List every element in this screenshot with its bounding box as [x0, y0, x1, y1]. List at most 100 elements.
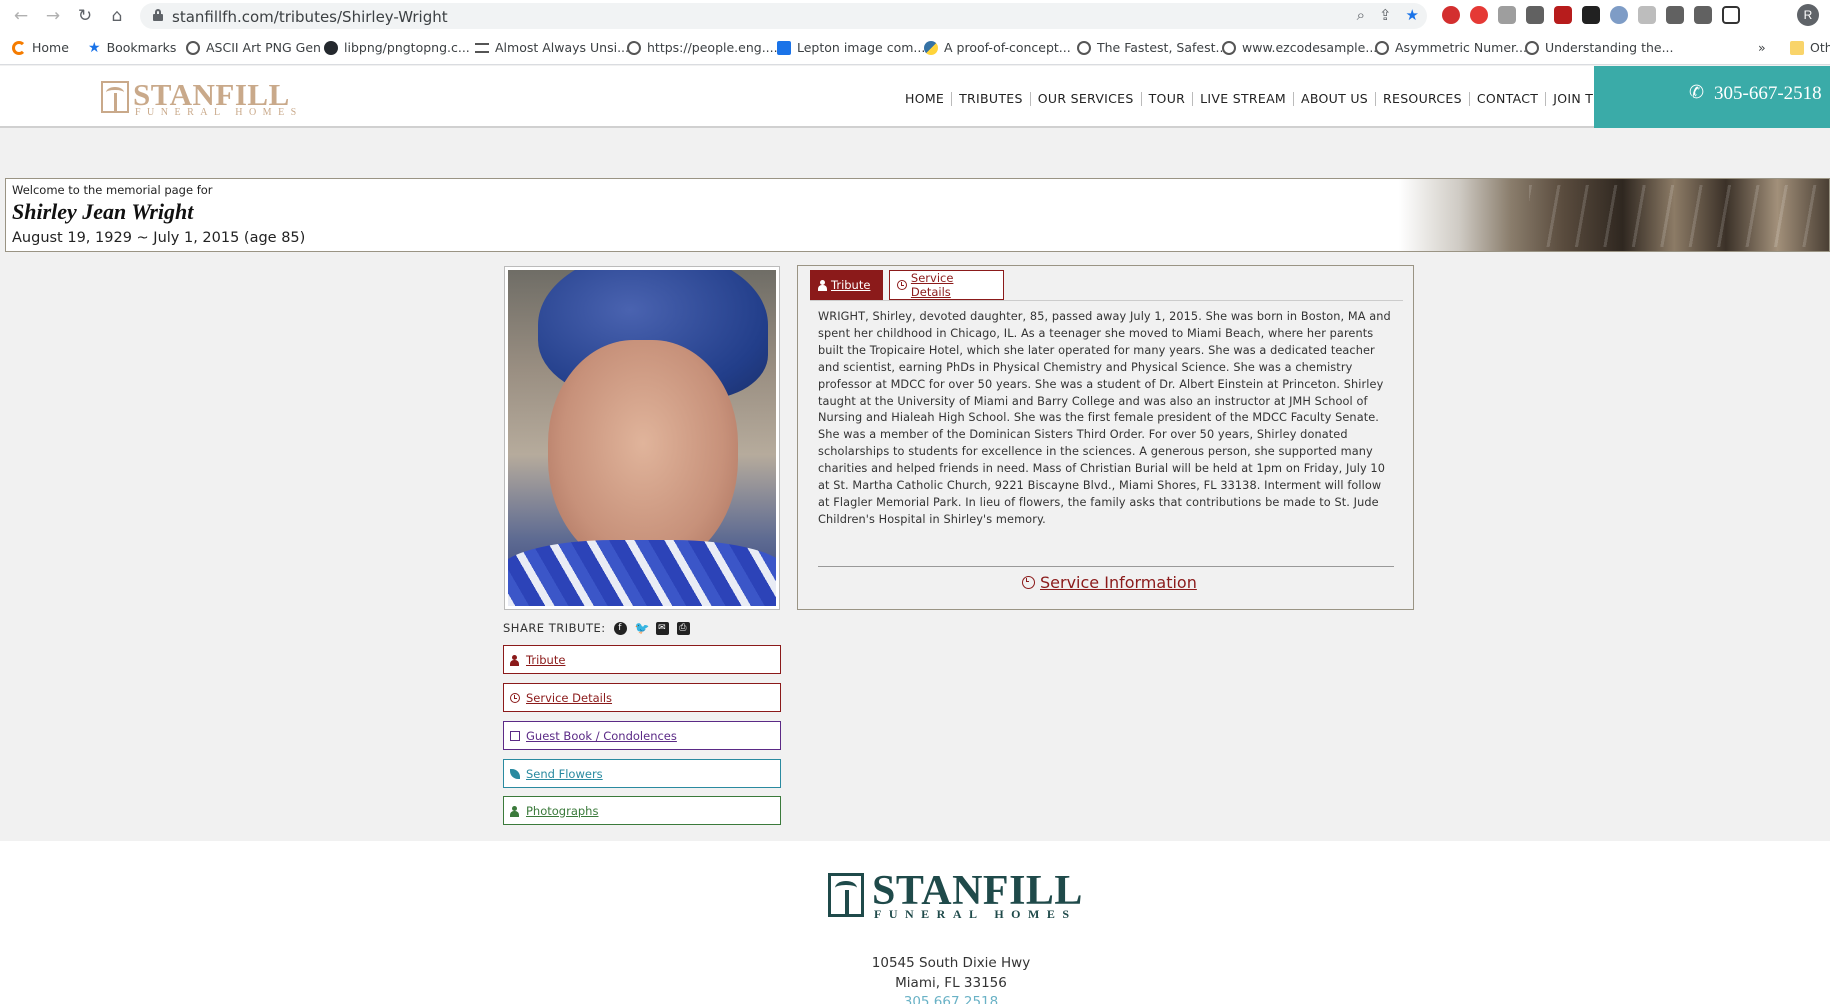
share-label: SHARE TRIBUTE:: [503, 621, 606, 635]
palm-tree-icon: [101, 81, 129, 113]
adblock-extension-icon[interactable]: [1442, 6, 1460, 24]
url-text[interactable]: stanfillfh.com/tributes/Shirley-Wright: [172, 8, 448, 26]
clock-icon: [510, 692, 520, 703]
nav-live-stream[interactable]: LIVE STREAM: [1192, 92, 1293, 106]
bookmark-item[interactable]: ★ Bookmarks: [88, 40, 176, 55]
palm-tree-icon: [828, 873, 864, 917]
nav-contact[interactable]: CONTACT: [1468, 92, 1545, 106]
person-icon: [510, 654, 520, 666]
tab-divider: [810, 300, 1403, 301]
footer-phone-link[interactable]: 305.667.2518: [0, 994, 1830, 1004]
portrait-frame: [504, 266, 780, 610]
site-footer: STANFILL FUNERAL HOMES 10545 South Dixie…: [0, 841, 1830, 1004]
nav-tour[interactable]: TOUR: [1140, 92, 1193, 106]
python-icon: [924, 40, 938, 55]
extension-icon[interactable]: [1638, 6, 1656, 24]
person-icon: [818, 279, 827, 291]
profile-avatar[interactable]: R: [1797, 4, 1819, 26]
bookmark-item[interactable]: Home: [12, 40, 69, 55]
home-icon[interactable]: ⌂: [106, 5, 128, 27]
life-dates: August 19, 1929 ~ July 1, 2015 (age 85): [12, 230, 306, 246]
footer-address-line2: Miami, FL 33156: [895, 975, 1007, 991]
bookmark-item[interactable]: ASCII Art PNG Gen: [186, 40, 321, 55]
memorial-banner: Welcome to the memorial page for Shirley…: [5, 178, 1830, 252]
globe-icon: [1077, 40, 1091, 55]
reading-list-icon[interactable]: [1694, 6, 1712, 24]
site-header: STANFILL FUNERAL HOMES HOME TRIBUTES OUR…: [0, 66, 1830, 128]
back-arrow-icon[interactable]: ←: [10, 5, 32, 27]
nav-about-us[interactable]: ABOUT US: [1293, 92, 1375, 106]
side-link-photographs[interactable]: Photographs: [503, 796, 781, 825]
star-icon: ★: [88, 39, 101, 56]
bookmark-item[interactable]: Asymmetric Numer...: [1375, 40, 1527, 55]
lepton-icon: [777, 40, 791, 55]
bookmark-item[interactable]: Understanding the...: [1525, 40, 1674, 55]
lock-icon: [153, 9, 163, 21]
zoom-icon[interactable]: ⌕: [1357, 6, 1365, 24]
globe-icon: [627, 40, 641, 55]
person-icon: [510, 805, 520, 817]
puzzle-extensions-icon[interactable]: [1666, 6, 1684, 24]
bookmarks-overflow-button[interactable]: »: [1758, 40, 1766, 55]
ublock-extension-icon[interactable]: [1554, 6, 1572, 24]
main-nav: HOME TRIBUTES OUR SERVICES TOUR LIVE STR…: [898, 92, 1658, 106]
tab-tribute[interactable]: Tribute: [810, 270, 883, 300]
deceased-portrait: [508, 270, 776, 606]
service-information-link[interactable]: Service Information: [1022, 573, 1197, 592]
nav-resources[interactable]: RESOURCES: [1375, 92, 1469, 106]
address-bar[interactable]: stanfillfh.com/tributes/Shirley-Wright ⌕…: [140, 3, 1427, 29]
share-page-icon[interactable]: ⇪: [1379, 6, 1392, 24]
bookmark-item[interactable]: www.ezcodesample...: [1222, 40, 1377, 55]
globe-icon: [186, 40, 200, 55]
extension-icon[interactable]: [1526, 6, 1544, 24]
side-link-service-details[interactable]: Service Details: [503, 683, 781, 712]
banner-photo-collage: [1399, 179, 1829, 251]
panel-divider: [818, 566, 1394, 567]
bookmark-folder[interactable]: Oth: [1790, 40, 1830, 55]
clock-icon: [897, 280, 907, 290]
nav-our-services[interactable]: OUR SERVICES: [1029, 92, 1141, 106]
side-link-guest-book[interactable]: Guest Book / Condolences: [503, 721, 781, 750]
github-icon: [324, 40, 338, 55]
extension-icon[interactable]: [1610, 6, 1628, 24]
reload-icon[interactable]: ↻: [74, 5, 96, 27]
share-tribute: SHARE TRIBUTE: f 🐦 ✉ ⎙: [503, 621, 690, 635]
globe-icon: [1525, 40, 1539, 55]
browser-toolbar: ← → ↻ ⌂ stanfillfh.com/tributes/Shirley-…: [0, 0, 1830, 31]
side-panel-icon[interactable]: [1722, 6, 1740, 24]
tab-service-details[interactable]: Service Details: [889, 270, 1004, 300]
lines-icon: [475, 42, 489, 53]
bookmark-item[interactable]: The Fastest, Safest...: [1077, 40, 1227, 55]
extension-icon[interactable]: [1498, 6, 1516, 24]
bookmark-item[interactable]: libpng/pngtopng.c...: [324, 40, 470, 55]
nav-home[interactable]: HOME: [898, 92, 951, 106]
tribute-panel: Tribute Service Details WRIGHT, Shirley,…: [797, 265, 1414, 610]
leaf-icon: [510, 768, 520, 779]
print-icon[interactable]: ⎙: [676, 621, 690, 635]
deceased-name: Shirley Jean Wright: [12, 199, 194, 224]
twitter-icon[interactable]: 🐦: [635, 621, 650, 635]
facebook-icon[interactable]: f: [613, 621, 627, 635]
footer-address-line1: 10545 South Dixie Hwy: [871, 955, 1031, 971]
phone-button[interactable]: ✆ 305-667-2518: [1594, 66, 1830, 128]
globe-icon: [1375, 40, 1389, 55]
edit-icon: [510, 730, 520, 741]
globe-icon: [1222, 40, 1236, 55]
side-link-send-flowers[interactable]: Send Flowers: [503, 759, 781, 788]
extensions-bar: [1442, 6, 1740, 24]
bookmarks-bar: Home ★ Bookmarks ASCII Art PNG Gen libpng…: [0, 31, 1830, 65]
bookmark-item[interactable]: Almost Always Unsi...: [475, 40, 629, 55]
forward-arrow-icon[interactable]: →: [42, 5, 64, 27]
folder-icon: [1790, 40, 1804, 55]
bookmark-star-icon[interactable]: ★: [1406, 6, 1419, 24]
bookmark-item[interactable]: https://people.eng....: [627, 40, 778, 55]
side-link-tribute[interactable]: Tribute: [503, 645, 781, 674]
layers-extension-icon[interactable]: [1582, 6, 1600, 24]
email-icon[interactable]: ✉: [655, 621, 669, 635]
abp-extension-icon[interactable]: [1470, 6, 1488, 24]
phone-icon: ✆: [1689, 82, 1705, 103]
bookmark-item[interactable]: A proof-of-concept...: [924, 40, 1071, 55]
home-bookmark-icon: [12, 40, 26, 55]
nav-tributes[interactable]: TRIBUTES: [951, 92, 1030, 106]
bookmark-item[interactable]: Lepton image com...: [777, 40, 925, 55]
